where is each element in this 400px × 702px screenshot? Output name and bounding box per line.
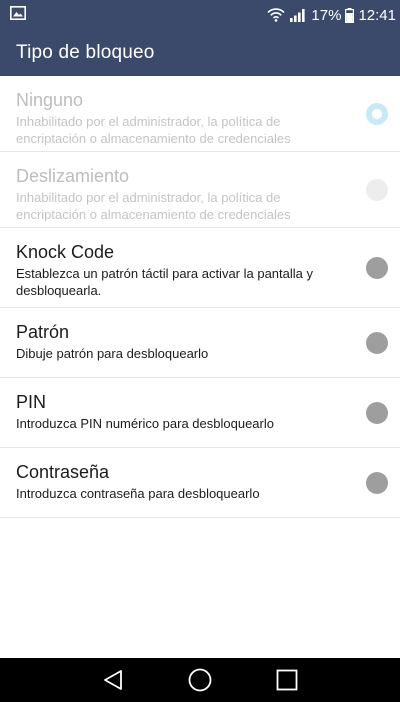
option-title: Ninguno — [16, 90, 84, 110]
option-title: Patrón — [16, 322, 70, 342]
lock-type-list: Ninguno Inhabilitado por el administrado… — [0, 76, 400, 518]
home-button[interactable] — [180, 660, 220, 700]
back-button[interactable] — [93, 660, 133, 700]
status-left — [10, 5, 26, 25]
lock-type-screen: 17% 12:41 Tipo de bloqueo Ninguno Inhabi… — [0, 0, 400, 702]
option-none: Ninguno Inhabilitado por el administrado… — [0, 76, 400, 152]
status-bar: 17% 12:41 — [0, 0, 400, 30]
option-pattern[interactable]: Patrón Dibuje patrón para desbloquearlo — [0, 308, 400, 378]
battery-icon — [345, 7, 355, 23]
option-knock-code[interactable]: Knock Code Establezca un patrón táctil p… — [0, 228, 400, 308]
wifi-icon — [267, 8, 286, 22]
option-title: Deslizamiento — [16, 166, 130, 186]
radio-icon[interactable] — [366, 471, 388, 494]
status-right: 17% 12:41 — [267, 7, 396, 24]
recents-button[interactable] — [267, 660, 307, 700]
page-title: Tipo de bloqueo — [16, 42, 155, 63]
option-description: Inhabilitado por el administrador, la po… — [16, 114, 291, 146]
radio-icon[interactable] — [366, 256, 388, 279]
option-title: PIN — [16, 392, 47, 412]
clock: 12:41 — [358, 6, 396, 24]
option-password[interactable]: Contraseña Introduzca contraseña para de… — [0, 448, 400, 518]
home-icon — [188, 668, 212, 692]
radio-icon[interactable] — [366, 401, 388, 424]
option-description: Dibuje patrón para desbloquearlo — [16, 346, 209, 361]
radio-selected-icon — [366, 102, 388, 125]
recents-icon — [276, 669, 298, 691]
back-icon — [104, 670, 123, 690]
signal-icon — [289, 8, 307, 22]
option-description: Introduzca contraseña para desbloquearlo — [16, 486, 260, 501]
option-description: Introduzca PIN numérico para desbloquear… — [16, 416, 274, 431]
option-description: Inhabilitado por el administrador, la po… — [16, 190, 291, 222]
radio-icon[interactable] — [366, 331, 388, 354]
option-title: Contraseña — [16, 462, 110, 482]
battery-percent: 17% — [311, 6, 342, 24]
navigation-bar — [0, 658, 400, 702]
radio-icon — [366, 178, 388, 201]
option-title: Knock Code — [16, 242, 115, 262]
image-notification-icon — [10, 5, 26, 25]
option-swipe: Deslizamiento Inhabilitado por el admini… — [0, 152, 400, 228]
option-pin[interactable]: PIN Introduzca PIN numérico para desbloq… — [0, 378, 400, 448]
app-bar: Tipo de bloqueo — [0, 30, 400, 76]
option-description: Establezca un patrón táctil para activar… — [16, 266, 314, 298]
